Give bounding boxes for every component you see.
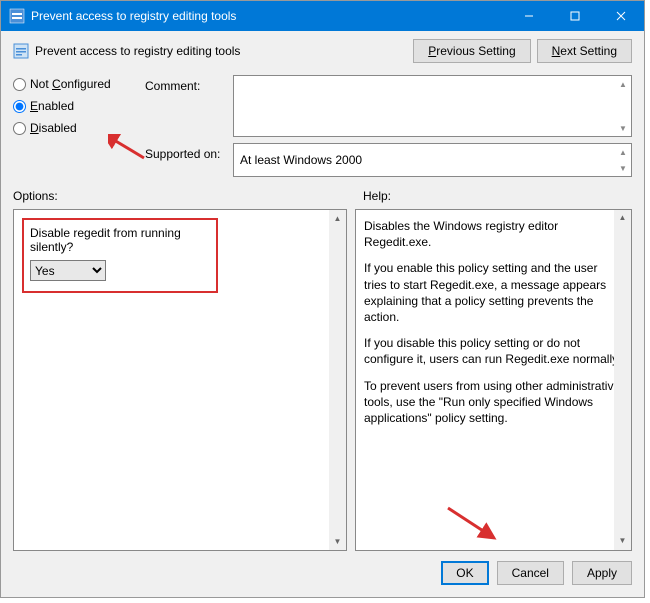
policy-icon: [13, 43, 29, 59]
chevron-down-icon[interactable]: ▼: [616, 161, 630, 175]
scrollbar[interactable]: ▲ ▼: [614, 210, 631, 550]
previous-setting-button[interactable]: Previous Setting: [413, 39, 530, 63]
options-question: Disable regedit from running silently?: [30, 226, 210, 254]
supported-label: Supported on:: [145, 143, 225, 161]
scrollbar[interactable]: ▲ ▼: [616, 145, 630, 175]
chevron-down-icon[interactable]: ▼: [329, 533, 346, 550]
chevron-down-icon[interactable]: ▼: [616, 121, 630, 135]
help-text: To prevent users from using other admini…: [364, 378, 623, 427]
supported-value: At least Windows 2000: [234, 153, 362, 167]
page-title: Prevent access to registry editing tools: [35, 44, 240, 58]
options-label: Options:: [13, 189, 347, 203]
chevron-up-icon[interactable]: ▲: [329, 210, 346, 227]
annotation-arrow-icon: [108, 134, 148, 167]
comment-textarea[interactable]: ▲ ▼: [233, 75, 632, 137]
chevron-down-icon[interactable]: ▼: [614, 533, 631, 550]
help-label: Help:: [363, 189, 632, 203]
scrollbar[interactable]: ▲ ▼: [329, 210, 346, 550]
minimize-button[interactable]: [506, 1, 552, 31]
regedit-silent-select[interactable]: Yes: [30, 260, 106, 281]
ok-button[interactable]: OK: [441, 561, 488, 585]
radio-disabled[interactable]: Disabled: [13, 121, 133, 135]
comment-label: Comment:: [145, 75, 225, 93]
chevron-up-icon[interactable]: ▲: [616, 145, 630, 159]
radio-not-configured[interactable]: Not Configured: [13, 77, 133, 91]
help-panel: Disables the Windows registry editor Reg…: [355, 209, 632, 551]
scrollbar[interactable]: ▲ ▼: [616, 77, 630, 135]
annotation-arrow-icon: [444, 504, 504, 548]
cancel-button[interactable]: Cancel: [497, 561, 564, 585]
window-title: Prevent access to registry editing tools: [31, 9, 236, 23]
maximize-button[interactable]: [552, 1, 598, 31]
options-panel: Disable regedit from running silently? Y…: [13, 209, 347, 551]
annotation-highlight-box: Disable regedit from running silently? Y…: [22, 218, 218, 293]
help-text: If you disable this policy setting or do…: [364, 335, 623, 367]
help-text: If you enable this policy setting and th…: [364, 260, 623, 325]
chevron-up-icon[interactable]: ▲: [614, 210, 631, 227]
policy-icon: [9, 8, 25, 24]
close-button[interactable]: [598, 1, 644, 31]
next-setting-button[interactable]: Next Setting: [537, 39, 632, 63]
chevron-up-icon[interactable]: ▲: [616, 77, 630, 91]
supported-on-box: At least Windows 2000 ▲ ▼: [233, 143, 632, 177]
radio-enabled[interactable]: Enabled: [13, 99, 133, 113]
apply-button[interactable]: Apply: [572, 561, 632, 585]
help-text: Disables the Windows registry editor Reg…: [364, 218, 623, 250]
titlebar: Prevent access to registry editing tools: [1, 1, 644, 31]
